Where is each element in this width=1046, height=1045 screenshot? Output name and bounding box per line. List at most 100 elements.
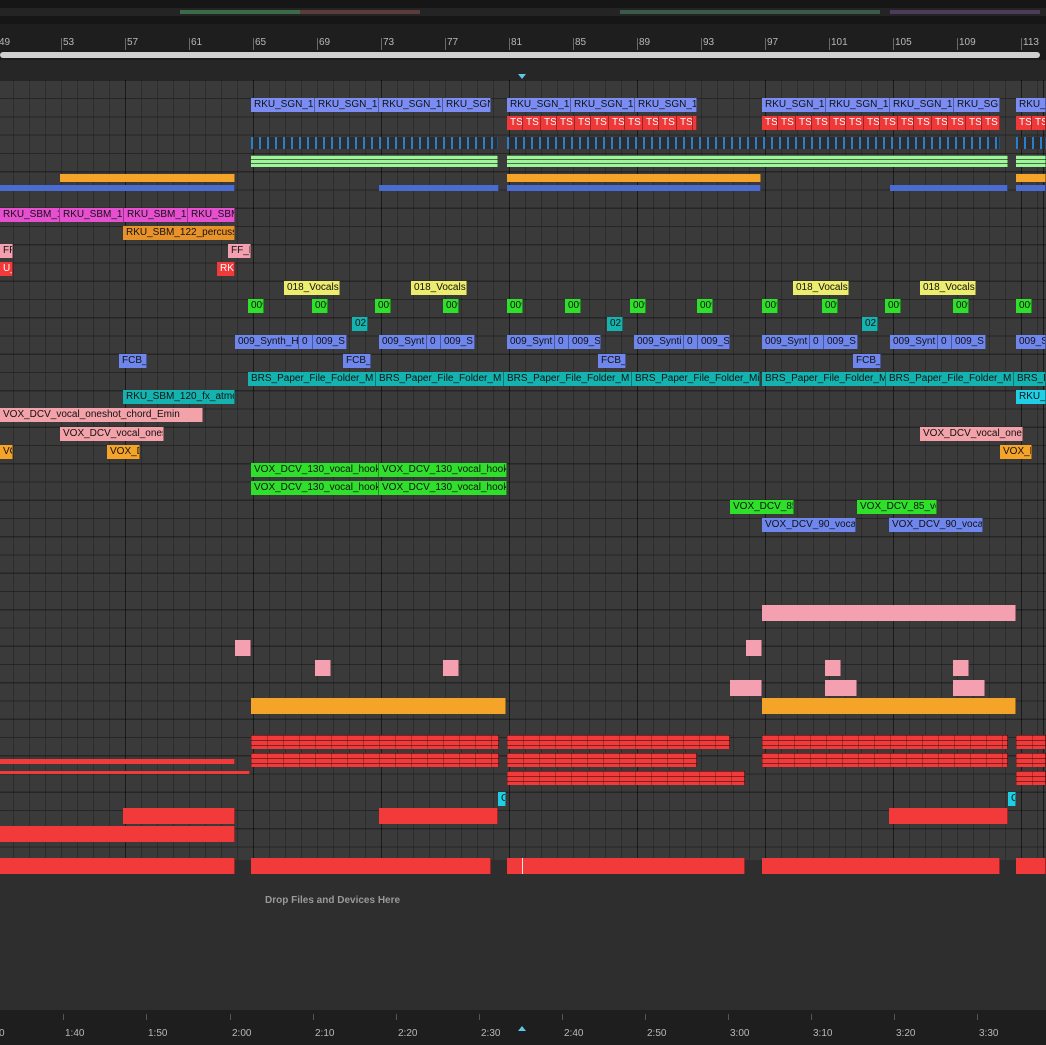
clip[interactable]: RKU_SBM: [188, 207, 235, 222]
clip[interactable]: 009: [762, 298, 778, 313]
clip[interactable]: 0: [810, 335, 824, 350]
clip[interactable]: 0: [299, 335, 313, 350]
clip[interactable]: RKU_SGN: [1016, 98, 1046, 112]
clip[interactable]: FF_E: [0, 244, 13, 258]
clip[interactable]: 009: [1016, 298, 1032, 313]
clip[interactable]: [1016, 185, 1046, 192]
clip[interactable]: 009: [697, 298, 713, 313]
clip[interactable]: TS: [591, 116, 609, 131]
clip[interactable]: BRS_Paper_File_Folder_M: [248, 371, 376, 386]
clip[interactable]: TSI: [507, 116, 523, 131]
clip[interactable]: TS: [812, 116, 830, 131]
pad-clip[interactable]: [443, 659, 459, 676]
pad-clip[interactable]: [762, 605, 1016, 621]
hihat-clip[interactable]: [251, 136, 498, 149]
pad-clip[interactable]: [825, 680, 857, 696]
clip[interactable]: RKU_SGN_12: [379, 98, 443, 112]
clip[interactable]: TSI: [796, 116, 812, 131]
clip[interactable]: TSI: [677, 116, 693, 131]
clip[interactable]: RKU_SBM_12: [60, 207, 124, 222]
clip[interactable]: 009_S: [313, 335, 347, 350]
clip[interactable]: 02: [607, 317, 623, 331]
clip[interactable]: VOX_DCV_vocal_ones: [920, 426, 1023, 441]
drum-clip[interactable]: [507, 771, 745, 786]
clip[interactable]: 009_S: [1016, 335, 1046, 350]
clip[interactable]: [0, 185, 235, 192]
clip[interactable]: VOX_DCV_90_voca: [762, 517, 856, 532]
scrollbar-thumb[interactable]: [0, 52, 1040, 58]
pad-clip[interactable]: [825, 659, 841, 676]
drum-clip[interactable]: [762, 734, 1008, 749]
clip[interactable]: TS: [625, 116, 643, 131]
clip[interactable]: BRS_Paper_File_Folder_M: [762, 371, 886, 386]
clip[interactable]: TS: [659, 116, 677, 131]
clip[interactable]: 009_S: [824, 335, 858, 350]
drum-clip[interactable]: [0, 759, 235, 764]
pad-clip[interactable]: [730, 680, 762, 696]
pad-clip[interactable]: [746, 639, 762, 656]
pad-clip[interactable]: [235, 639, 251, 656]
clip[interactable]: BRS_Paper_File_Folder_Mi: [632, 371, 760, 386]
clip[interactable]: TSI: [762, 116, 778, 131]
clip[interactable]: 009: [630, 298, 646, 313]
clip[interactable]: U_S: [0, 262, 13, 277]
drum-clip[interactable]: [507, 753, 697, 767]
clip[interactable]: TSI: [864, 116, 880, 131]
clip[interactable]: 0: [684, 335, 698, 350]
clip[interactable]: 02: [862, 317, 878, 331]
drum-clip[interactable]: [0, 771, 250, 775]
clip[interactable]: RKU_: [1016, 390, 1046, 404]
hihat-clip[interactable]: [1016, 136, 1046, 149]
time-ruler[interactable]: 0 1:40 1:50 2:00 2:10 2:20 2:30 2:40 2:50 3:00 3:1…: [0, 1010, 1046, 1045]
clip[interactable]: 009_Synti: [634, 335, 684, 350]
clip[interactable]: 02: [352, 317, 368, 331]
clip[interactable]: RKU_SGN_12: [571, 98, 635, 112]
clip[interactable]: BRS_Paper_File_Folder_M: [1014, 371, 1046, 386]
arrangement-view[interactable]: Drop Files and Devices Here RKU_SGN_12 RK…: [0, 80, 1046, 1010]
clip[interactable]: RKU_SGN_12: [762, 98, 826, 112]
clip[interactable]: TSI: [830, 116, 846, 131]
drum-clip[interactable]: [251, 753, 499, 767]
drum-clip[interactable]: [251, 734, 499, 749]
clip[interactable]: 009: [375, 298, 391, 313]
clip[interactable]: 009: [565, 298, 581, 313]
clip[interactable]: FCB_: [119, 353, 147, 368]
clip[interactable]: TS: [693, 116, 697, 131]
clip[interactable]: VOX_DCV_85: [730, 499, 794, 514]
clip[interactable]: VOX_D: [1000, 444, 1032, 459]
synth-clip[interactable]: [507, 154, 1008, 167]
clip[interactable]: FCB_: [853, 353, 881, 368]
horizontal-scrollbar[interactable]: [0, 50, 1046, 60]
clip[interactable]: VOX_DCV_vocal_oneshot_chord_Emin: [0, 408, 203, 423]
clip[interactable]: 009_Synt: [762, 335, 810, 350]
clip[interactable]: C: [498, 791, 506, 806]
clip[interactable]: RKU_SGN_12: [635, 98, 697, 112]
drop-zone[interactable]: [0, 860, 1046, 1010]
clip[interactable]: BRS_Paper_File_Folder_M: [376, 371, 504, 386]
clip[interactable]: [379, 807, 498, 824]
clip[interactable]: [379, 185, 499, 192]
clip[interactable]: TSI: [898, 116, 914, 131]
clip[interactable]: TSI: [609, 116, 625, 131]
clip[interactable]: 009: [312, 298, 328, 313]
clip[interactable]: 009: [248, 298, 264, 313]
clip[interactable]: 009_Synt: [890, 335, 938, 350]
clip[interactable]: RKU_SBM_120_fx_atmo: [123, 390, 235, 404]
clip[interactable]: 009_S: [952, 335, 986, 350]
clip[interactable]: [762, 858, 1000, 875]
locator-strip[interactable]: [0, 60, 1046, 80]
hihat-clip[interactable]: [507, 136, 1000, 149]
clip[interactable]: [507, 858, 745, 875]
clip[interactable]: C: [1008, 791, 1016, 806]
clip[interactable]: 018_Vocals: [411, 280, 467, 295]
clip[interactable]: 009_S: [698, 335, 730, 350]
drum-clip[interactable]: [1016, 734, 1046, 749]
clip[interactable]: RKU_SBM_12: [0, 207, 60, 222]
clip[interactable]: VOX_D: [0, 444, 13, 459]
clip[interactable]: 009_Synt: [507, 335, 555, 350]
clip[interactable]: VOX_DCV_vocal_ones: [60, 426, 164, 441]
clip[interactable]: RKU_SGN_12: [507, 98, 571, 112]
clip[interactable]: TSI: [966, 116, 982, 131]
clip[interactable]: RKU_SGN_12: [826, 98, 890, 112]
drum-clip[interactable]: [762, 753, 1008, 767]
